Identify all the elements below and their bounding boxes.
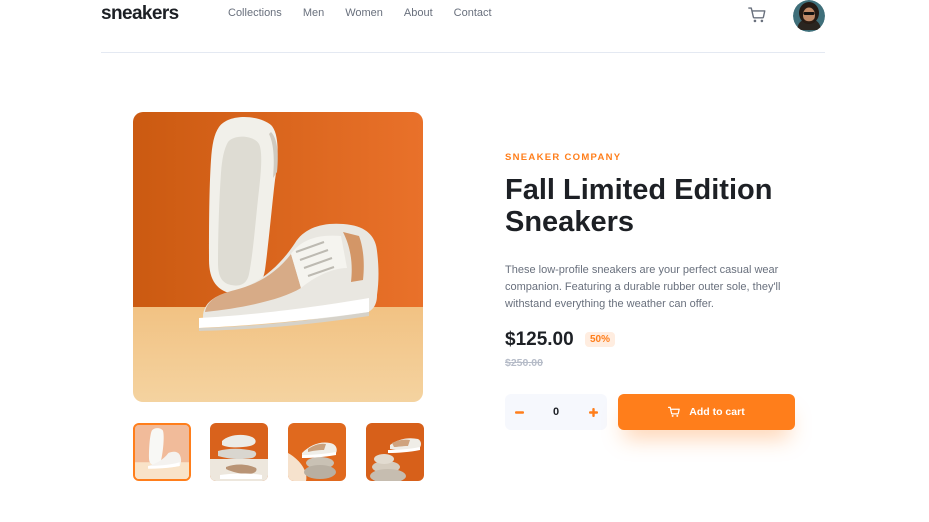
current-price: $125.00 [505, 329, 574, 350]
main-product-image[interactable] [133, 112, 423, 402]
logo[interactable]: sneakers [101, 3, 179, 25]
thumbnail-1-image [135, 425, 189, 479]
nav-contact[interactable]: Contact [454, 7, 492, 19]
quantity-stepper: 0 [505, 394, 607, 430]
thumbnail-1[interactable] [133, 423, 191, 481]
company-label: SNEAKER COMPANY [505, 152, 622, 163]
decrease-quantity-button[interactable] [505, 394, 533, 430]
add-to-cart-label: Add to cart [689, 406, 745, 418]
add-to-cart-button[interactable]: Add to cart [618, 394, 795, 430]
site-header: sneakers Collections Men Women About Con… [101, 0, 825, 53]
plus-icon [588, 407, 598, 417]
nav-collections[interactable]: Collections [228, 7, 282, 19]
thumbnail-3[interactable] [288, 423, 346, 481]
increase-quantity-button[interactable] [579, 394, 607, 430]
thumbnail-3-image [288, 423, 346, 481]
discount-badge: 50% [585, 332, 616, 347]
thumbnail-4[interactable] [366, 423, 424, 481]
avatar-image [793, 0, 825, 32]
product-title: Fall Limited Edition Sneakers [505, 174, 773, 238]
product-description: These low-profile sneakers are your perf… [505, 264, 781, 310]
cart-icon [668, 406, 681, 417]
thumbnail-4-image [366, 423, 424, 481]
cart-icon[interactable] [748, 6, 766, 24]
nav-women[interactable]: Women [345, 7, 383, 19]
sneaker-photo [133, 112, 423, 402]
nav-men[interactable]: Men [303, 7, 324, 19]
avatar[interactable] [793, 0, 825, 32]
quantity-value: 0 [552, 406, 560, 418]
main-nav: Collections Men Women About Contact [228, 7, 513, 19]
original-price: $250.00 [505, 357, 543, 369]
nav-about[interactable]: About [404, 7, 433, 19]
thumbnail-2[interactable] [210, 423, 268, 481]
thumbnail-2-image [210, 423, 268, 481]
minus-icon [514, 410, 524, 414]
